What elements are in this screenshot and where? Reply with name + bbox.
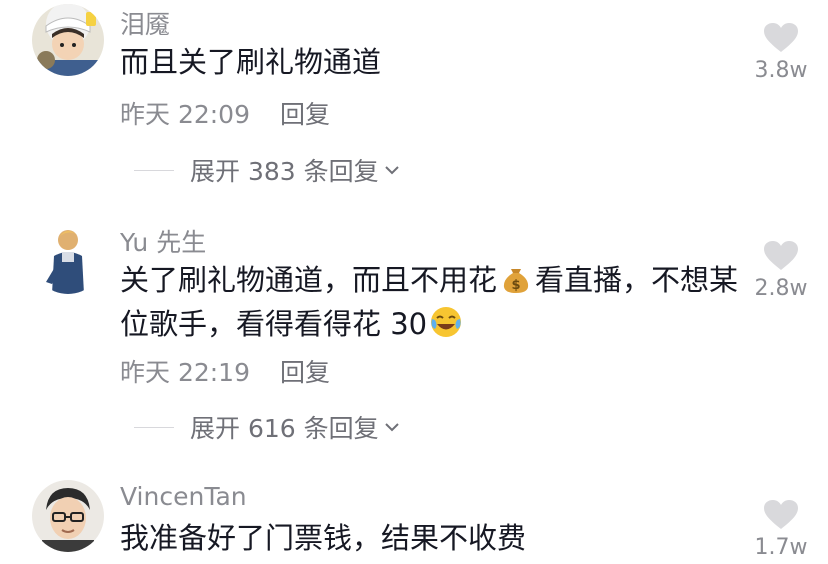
like-count: 1.7w — [754, 535, 808, 560]
comment-text: 关了刷礼物通道，而且不用花 $ 看直播，不想某位歌手，看得看得花 30 — [120, 258, 740, 346]
like-button[interactable]: 2.8w — [740, 240, 822, 301]
comment-text: 我准备好了门票钱，结果不收费 — [120, 521, 527, 555]
expand-replies-label: 展开 383 条回复 — [190, 157, 379, 186]
reply-button[interactable]: 回复 — [280, 358, 330, 387]
username[interactable]: VincenTan — [120, 482, 247, 511]
heart-icon — [764, 23, 798, 52]
avatar-cartoon-icon — [32, 4, 104, 76]
comment-time: 昨天 22:19 — [120, 358, 250, 387]
heart-icon — [764, 500, 798, 529]
expand-replies-label: 展开 616 条回复 — [190, 414, 379, 443]
like-button[interactable]: 3.8w — [740, 22, 822, 83]
svg-text:$: $ — [511, 278, 520, 293]
divider-line — [134, 426, 174, 428]
user-avatar[interactable] — [32, 4, 104, 76]
reply-button[interactable]: 回复 — [280, 100, 330, 129]
heart-icon — [764, 241, 798, 270]
user-avatar[interactable] — [32, 222, 104, 294]
divider-line — [134, 169, 174, 171]
user-avatar[interactable] — [32, 480, 104, 552]
expand-replies-button[interactable]: 展开 616 条回复 — [134, 412, 401, 443]
money-bag-emoji-icon: $ — [503, 269, 529, 293]
tears-of-joy-emoji-icon — [431, 307, 462, 337]
chevron-down-icon — [384, 423, 399, 432]
chevron-down-icon — [384, 166, 399, 175]
expand-replies-button[interactable]: 展开 383 条回复 — [134, 155, 401, 186]
comment-text: 而且关了刷礼物通道 — [120, 45, 382, 79]
username[interactable]: Yu 先生 — [120, 223, 206, 259]
comment-text-part: 关了刷礼物通道，而且不用花 — [120, 263, 498, 297]
comment-meta: 昨天 22:09 回复 — [120, 95, 330, 131]
like-count: 3.8w — [754, 58, 808, 83]
like-count: 2.8w — [754, 276, 808, 301]
like-button[interactable]: 1.7w — [740, 499, 822, 560]
avatar-person-icon — [32, 222, 104, 294]
username[interactable]: 泪魇 — [120, 5, 170, 41]
comment-time: 昨天 22:09 — [120, 100, 250, 129]
comment-meta: 昨天 22:19 回复 — [120, 353, 330, 389]
avatar-man-glasses-icon — [32, 480, 104, 552]
